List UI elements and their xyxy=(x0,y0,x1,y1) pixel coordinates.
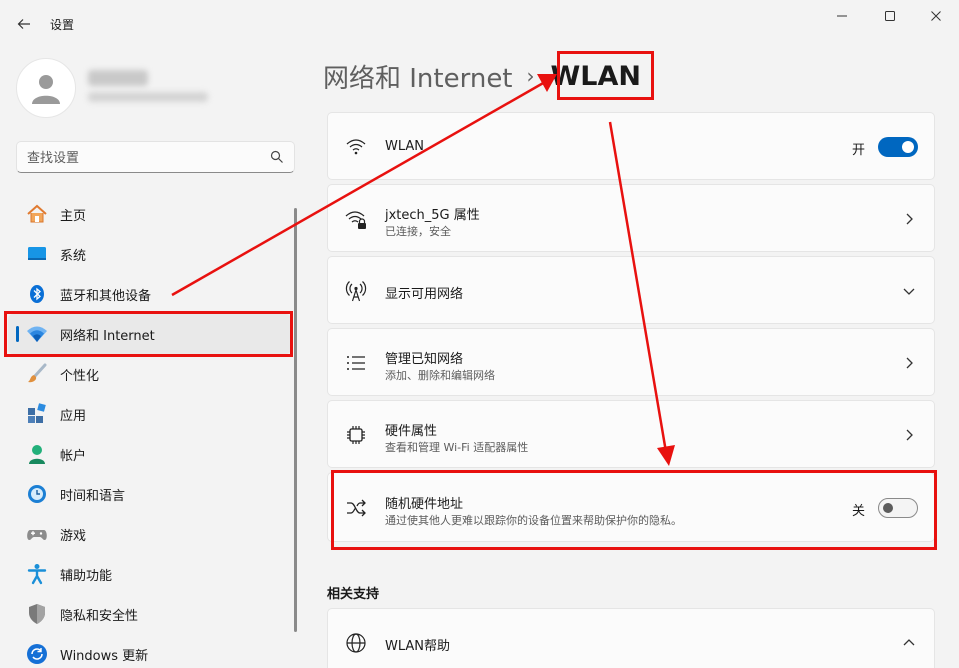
sidebar-item-label: 个性化 xyxy=(60,368,100,384)
network-subtitle: 已连接，安全 xyxy=(385,225,451,238)
hardware-subtitle: 查看和管理 Wi-Fi 适配器属性 xyxy=(385,441,529,454)
available-title: 显示可用网络 xyxy=(385,287,464,302)
maximize-button[interactable] xyxy=(870,4,910,28)
wifi-icon xyxy=(26,323,48,345)
network-properties-card[interactable]: jxtech_5G 属性 已连接，安全 xyxy=(327,184,935,252)
sidebar-item-label: 游戏 xyxy=(60,528,87,544)
sidebar-item-accounts[interactable]: 帐户 xyxy=(8,434,291,474)
sidebar-item-label: 帐户 xyxy=(60,448,87,464)
sidebar-item-personalization[interactable]: 个性化 xyxy=(8,354,291,394)
random-mac-state-label: 关 xyxy=(852,504,866,519)
random-mac-title: 随机硬件地址 xyxy=(385,497,464,512)
wlan-help-card[interactable]: WLAN帮助 xyxy=(327,608,935,668)
sidebar-item-label: Windows 更新 xyxy=(60,648,149,664)
available-networks-card[interactable]: 显示可用网络 xyxy=(327,256,935,324)
random-mac-toggle[interactable] xyxy=(878,498,918,518)
sidebar-item-apps[interactable]: 应用 xyxy=(8,394,291,434)
sidebar-nav: 主页 系统 蓝牙和其他设备 网络和 Internet 个性化 应用 帐户 时间和… xyxy=(8,194,293,668)
sidebar-item-bluetooth[interactable]: 蓝牙和其他设备 xyxy=(8,274,291,314)
wlan-state-label: 开 xyxy=(852,143,866,158)
chip-icon xyxy=(344,423,368,447)
wifi-lock-icon xyxy=(344,207,368,231)
known-title: 管理已知网络 xyxy=(385,352,464,367)
search-box[interactable] xyxy=(16,141,295,173)
random-mac-card: 随机硬件地址 通过使其他人更难以跟踪你的设备位置来帮助保护你的隐私。 关 xyxy=(327,472,935,542)
wlan-toggle-card: WLAN 开 xyxy=(327,112,935,180)
toggle-knob xyxy=(883,503,893,513)
avatar xyxy=(16,58,76,118)
page-title: WLAN xyxy=(550,60,641,92)
bluetooth-icon xyxy=(26,283,48,305)
accessibility-icon xyxy=(26,563,48,585)
wlan-title: WLAN xyxy=(385,139,425,154)
sidebar-item-label: 蓝牙和其他设备 xyxy=(60,288,152,304)
minimize-icon xyxy=(837,15,847,17)
sidebar-item-system[interactable]: 系统 xyxy=(8,234,291,274)
network-title: jxtech_5G 属性 xyxy=(385,208,480,223)
sidebar-item-home[interactable]: 主页 xyxy=(8,194,291,234)
close-icon xyxy=(931,11,941,21)
apps-icon xyxy=(26,403,48,425)
sidebar-item-label: 隐私和安全性 xyxy=(60,608,139,624)
clock-globe-icon xyxy=(26,483,48,505)
account-icon xyxy=(26,443,48,465)
minimize-button[interactable] xyxy=(822,4,862,28)
home-icon xyxy=(26,203,48,225)
hardware-title: 硬件属性 xyxy=(385,424,438,439)
maximize-icon xyxy=(885,11,895,21)
sidebar-item-network[interactable]: 网络和 Internet xyxy=(8,314,291,354)
list-icon xyxy=(344,351,368,375)
sidebar-item-label: 时间和语言 xyxy=(60,488,126,504)
breadcrumb-parent[interactable]: 网络和 Internet xyxy=(323,58,513,95)
sidebar-item-label: 主页 xyxy=(60,208,87,224)
sidebar-item-gaming[interactable]: 游戏 xyxy=(8,514,291,554)
breadcrumb-separator: › xyxy=(526,64,535,88)
chevron-up-icon[interactable] xyxy=(902,636,916,650)
app-title: 设置 xyxy=(50,18,75,32)
chevron-right-icon xyxy=(906,429,913,441)
back-button[interactable] xyxy=(12,12,36,36)
sidebar-scrollbar[interactable] xyxy=(294,208,297,632)
search-icon[interactable] xyxy=(270,150,284,164)
sidebar-item-time-language[interactable]: 时间和语言 xyxy=(8,474,291,514)
back-arrow-icon xyxy=(17,19,30,29)
close-button[interactable] xyxy=(916,4,956,28)
chevron-right-icon xyxy=(906,357,913,369)
user-profile[interactable] xyxy=(16,58,286,118)
sidebar-item-label: 应用 xyxy=(60,408,87,424)
hardware-properties-card[interactable]: 硬件属性 查看和管理 Wi-Fi 适配器属性 xyxy=(327,400,935,468)
known-subtitle: 添加、删除和编辑网络 xyxy=(385,369,495,382)
wlan-toggle[interactable] xyxy=(878,137,918,157)
section-title: 相关支持 xyxy=(327,587,380,602)
sidebar-item-privacy[interactable]: 隐私和安全性 xyxy=(8,594,291,634)
toggle-knob xyxy=(902,141,914,153)
globe-icon xyxy=(344,631,368,655)
shuffle-icon xyxy=(344,496,368,520)
wifi-icon xyxy=(344,134,368,158)
sidebar-item-label: 系统 xyxy=(60,248,87,264)
update-icon xyxy=(26,643,48,665)
sidebar-item-accessibility[interactable]: 辅助功能 xyxy=(8,554,291,594)
active-indicator xyxy=(16,326,19,342)
shield-icon xyxy=(26,603,48,625)
random-mac-subtitle: 通过使其他人更难以跟踪你的设备位置来帮助保护你的隐私。 xyxy=(385,514,682,527)
wlan-help-title: WLAN帮助 xyxy=(385,639,451,654)
brush-icon xyxy=(26,363,48,385)
antenna-icon xyxy=(344,279,368,303)
sidebar-item-label: 网络和 Internet xyxy=(60,328,155,344)
search-input[interactable] xyxy=(27,148,267,168)
known-networks-card[interactable]: 管理已知网络 添加、删除和编辑网络 xyxy=(327,328,935,396)
chevron-right-icon xyxy=(906,213,913,225)
system-icon xyxy=(26,243,48,265)
title-bar: 设置 xyxy=(0,0,959,46)
breadcrumb: 网络和 Internet › WLAN xyxy=(323,56,645,96)
sidebar-item-windows-update[interactable]: Windows 更新 xyxy=(8,634,291,668)
chevron-down-icon[interactable] xyxy=(902,284,916,298)
sidebar-item-label: 辅助功能 xyxy=(60,568,113,584)
person-icon xyxy=(32,75,60,104)
blurred-email xyxy=(88,92,208,102)
gamepad-icon xyxy=(26,523,48,545)
blurred-username xyxy=(88,70,148,86)
